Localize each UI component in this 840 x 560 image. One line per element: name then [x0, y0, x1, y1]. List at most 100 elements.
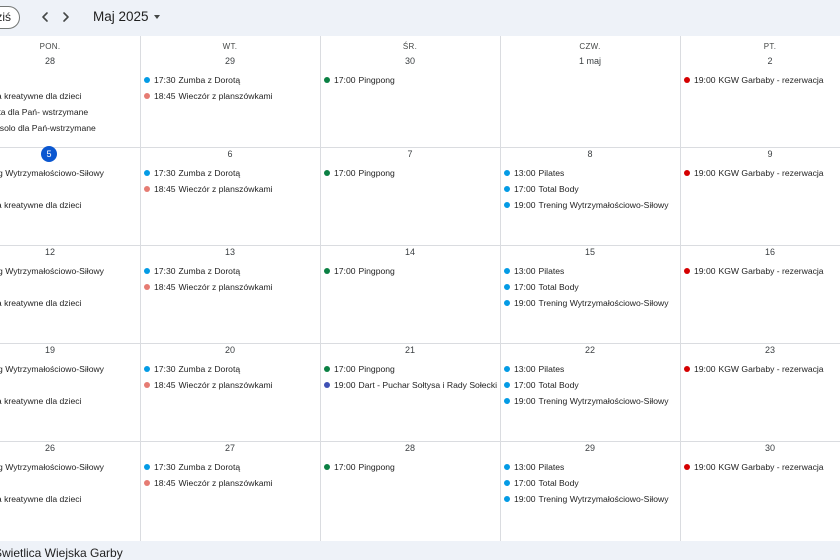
day-number[interactable]: 13: [140, 247, 320, 258]
day-cell[interactable]: 2 19:00 KGW Garbaby - rezerwacja: [680, 54, 840, 147]
day-cell[interactable]: 26 Trening Wytrzymałościowo-Siłowy Pilates…: [0, 441, 140, 541]
day-cell[interactable]: 5 Trening Wytrzymałościowo-Siłowy Pilates Z…: [0, 146, 140, 245]
day-cell[interactable]: 13 17:30 Zumba z Dorotą 18:45 Wieczór z plan…: [140, 245, 320, 343]
day-number[interactable]: 14: [320, 247, 500, 258]
day-number[interactable]: 26: [0, 443, 140, 454]
day-number[interactable]: 27: [140, 443, 320, 454]
today-button[interactable]: Dziś: [0, 6, 20, 29]
day-number[interactable]: 6: [140, 149, 320, 160]
day-cell[interactable]: 21 17:00 Pingpong 19:00 Dart - Puchar Sołtys…: [320, 343, 500, 441]
calendar-event[interactable]: 17:30 Zumba z Dorotą: [144, 361, 318, 377]
day-number[interactable]: 22: [500, 345, 680, 356]
calendar-event[interactable]: Zajęcia kreatywne dla dzieci: [0, 88, 138, 104]
day-number[interactable]: 30: [320, 56, 500, 67]
calendar-event[interactable]: 18:45 Wieczór z planszówkami: [144, 181, 318, 197]
calendar-event[interactable]: Trening Wytrzymałościowo-Siłowy: [0, 165, 138, 181]
day-number[interactable]: 16: [680, 247, 840, 258]
calendar-event[interactable]: 17:00 Total Body: [504, 279, 678, 295]
day-cell[interactable]: 27 17:30 Zumba z Dorotą 18:45 Wieczór z plan…: [140, 441, 320, 541]
calendar-event[interactable]: Pilates: [0, 475, 138, 491]
day-number[interactable]: 29: [500, 443, 680, 454]
calendar-event[interactable]: 19:00 Trening Wytrzymałościowo-Siłowy: [504, 197, 678, 213]
calendar-event[interactable]: 17:00 Pingpong: [324, 459, 498, 475]
month-selector[interactable]: Maj 2025: [93, 9, 160, 24]
day-number[interactable]: 2: [680, 56, 840, 67]
calendar-event[interactable]: Trening Wytrzymałościowo-Siłowy: [0, 361, 138, 377]
calendar-event[interactable]: 19:00 KGW Garbaby - rezerwacja: [684, 361, 840, 377]
calendar-event[interactable]: 18:45 Wieczór z planszówkami: [144, 88, 318, 104]
day-cell[interactable]: 15 13:00 Pilates 17:00 Total Body 19:00 Trenin…: [500, 245, 680, 343]
day-cell[interactable]: 22 13:00 Pilates 17:00 Total Body 19:00 Trenin…: [500, 343, 680, 441]
calendar-event[interactable]: Zajęcia kreatywne dla dzieci: [0, 197, 138, 213]
calendar-event[interactable]: 19:00 Trening Wytrzymałościowo-Siłowy: [504, 393, 678, 409]
calendar-event[interactable]: 18:45 Wieczór z planszówkami: [144, 475, 318, 491]
day-cell[interactable]: 12 Trening Wytrzymałościowo-Siłowy Pilates…: [0, 245, 140, 343]
calendar-event[interactable]: 19:00 Trening Wytrzymałościowo-Siłowy: [504, 491, 678, 507]
calendar-event[interactable]: 17:30 Zumba z Dorotą: [144, 72, 318, 88]
calendar-event[interactable]: Bachata dla Pań- wstrzymane: [0, 104, 138, 120]
day-number[interactable]: 28: [0, 56, 140, 67]
day-cell[interactable]: 8 13:00 Pilates 17:00 Total Body 19:00 Trening…: [500, 147, 680, 245]
calendar-event[interactable]: 19:00 Trening Wytrzymałościowo-Siłowy: [504, 295, 678, 311]
day-number[interactable]: 29: [140, 56, 320, 67]
day-number[interactable]: 19: [0, 345, 140, 356]
calendar-event[interactable]: 13:00 Pilates: [504, 459, 678, 475]
calendar-event[interactable]: 17:30 Zumba z Dorotą: [144, 263, 318, 279]
calendar-event[interactable]: Pilates: [0, 181, 138, 197]
day-cell[interactable]: 29 17:30 Zumba z Dorotą 18:45 Wieczór z plan…: [140, 54, 320, 147]
day-number[interactable]: 7: [320, 149, 500, 160]
day-number[interactable]: 9: [680, 149, 840, 160]
calendar-event[interactable]: 13:00 Pilates: [504, 361, 678, 377]
day-number[interactable]: 21: [320, 345, 500, 356]
calendar-event[interactable]: Pilates: [0, 279, 138, 295]
day-cell[interactable]: 16 19:00 KGW Garbaby - rezerwacja: [680, 245, 840, 343]
day-cell[interactable]: 19 Trening Wytrzymałościowo-Siłowy Pilates…: [0, 343, 140, 441]
day-cell[interactable]: 7 17:00 Pingpong: [320, 147, 500, 245]
day-number[interactable]: 12: [0, 247, 140, 258]
calendar-event[interactable]: 19:00 KGW Garbaby - rezerwacja: [684, 263, 840, 279]
day-cell[interactable]: 28 17:00 Pingpong: [320, 441, 500, 541]
day-number[interactable]: 15: [500, 247, 680, 258]
day-cell[interactable]: 23 19:00 KGW Garbaby - rezerwacja: [680, 343, 840, 441]
day-number[interactable]: 8: [500, 149, 680, 160]
calendar-event[interactable]: 17:00 Pingpong: [324, 165, 498, 181]
calendar-event[interactable]: 13:00 Pilates: [504, 165, 678, 181]
calendar-event[interactable]: 17:00 Total Body: [504, 181, 678, 197]
calendar-event[interactable]: 17:00 Pingpong: [324, 361, 498, 377]
calendar-event[interactable]: Pilates: [0, 377, 138, 393]
day-cell[interactable]: 14 17:00 Pingpong: [320, 245, 500, 343]
calendar-event[interactable]: 19:00 KGW Garbaby - rezerwacja: [684, 72, 840, 88]
day-cell[interactable]: 6 17:30 Zumba z Dorotą 18:45 Wieczór z plans…: [140, 147, 320, 245]
calendar-event[interactable]: 19:00 KGW Garbaby - rezerwacja: [684, 165, 840, 181]
chevron-right-icon[interactable]: [57, 8, 75, 26]
calendar-event[interactable]: Zajęcia kreatywne dla dzieci: [0, 491, 138, 507]
calendar-event[interactable]: Zajęcia kreatywne dla dzieci: [0, 295, 138, 311]
day-number[interactable]: 20: [140, 345, 320, 356]
day-cell[interactable]: 29 13:00 Pilates 17:00 Total Body 19:00 Trenin…: [500, 441, 680, 541]
calendar-event[interactable]: 19:00 KGW Garbaby - rezerwacja: [684, 459, 840, 475]
day-cell[interactable]: 30 17:00 Pingpong: [320, 54, 500, 147]
day-cell[interactable]: 28 Pilates Zajęcia kreatywne dla dzieci Bac…: [0, 54, 140, 147]
today-day-number[interactable]: 5: [41, 146, 57, 162]
calendar-event[interactable]: 13:00 Pilates: [504, 263, 678, 279]
calendar-event[interactable]: Trening Wytrzymałościowo-Siłowy: [0, 263, 138, 279]
day-cell[interactable]: 1 maj: [500, 54, 680, 147]
calendar-event[interactable]: 17:30 Zumba z Dorotą: [144, 165, 318, 181]
calendar-event[interactable]: 18:45 Wieczór z planszówkami: [144, 279, 318, 295]
calendar-event[interactable]: 18:45 Wieczór z planszówkami: [144, 377, 318, 393]
day-cell[interactable]: 9 19:00 KGW Garbaby - rezerwacja: [680, 147, 840, 245]
day-number[interactable]: 28: [320, 443, 500, 454]
calendar-event[interactable]: 17:30 Zumba z Dorotą: [144, 459, 318, 475]
calendar-event[interactable]: Latino solo dla Pań-wstrzymane: [0, 120, 138, 136]
day-number[interactable]: 30: [680, 443, 840, 454]
day-cell[interactable]: 30 19:00 KGW Garbaby - rezerwacja: [680, 441, 840, 541]
calendar-event[interactable]: 17:00 Total Body: [504, 377, 678, 393]
calendar-event[interactable]: Pilates: [0, 72, 138, 88]
calendar-event[interactable]: 19:00 Dart - Puchar Sołtysa i Rady Sołeck…: [324, 377, 498, 393]
calendar-event[interactable]: Zajęcia kreatywne dla dzieci: [0, 393, 138, 409]
calendar-event[interactable]: 17:00 Pingpong: [324, 72, 498, 88]
calendar-event[interactable]: 17:00 Total Body: [504, 475, 678, 491]
chevron-left-icon[interactable]: [36, 8, 54, 26]
day-number[interactable]: 1 maj: [500, 56, 680, 67]
day-cell[interactable]: 20 17:30 Zumba z Dorotą 18:45 Wieczór z plan…: [140, 343, 320, 441]
